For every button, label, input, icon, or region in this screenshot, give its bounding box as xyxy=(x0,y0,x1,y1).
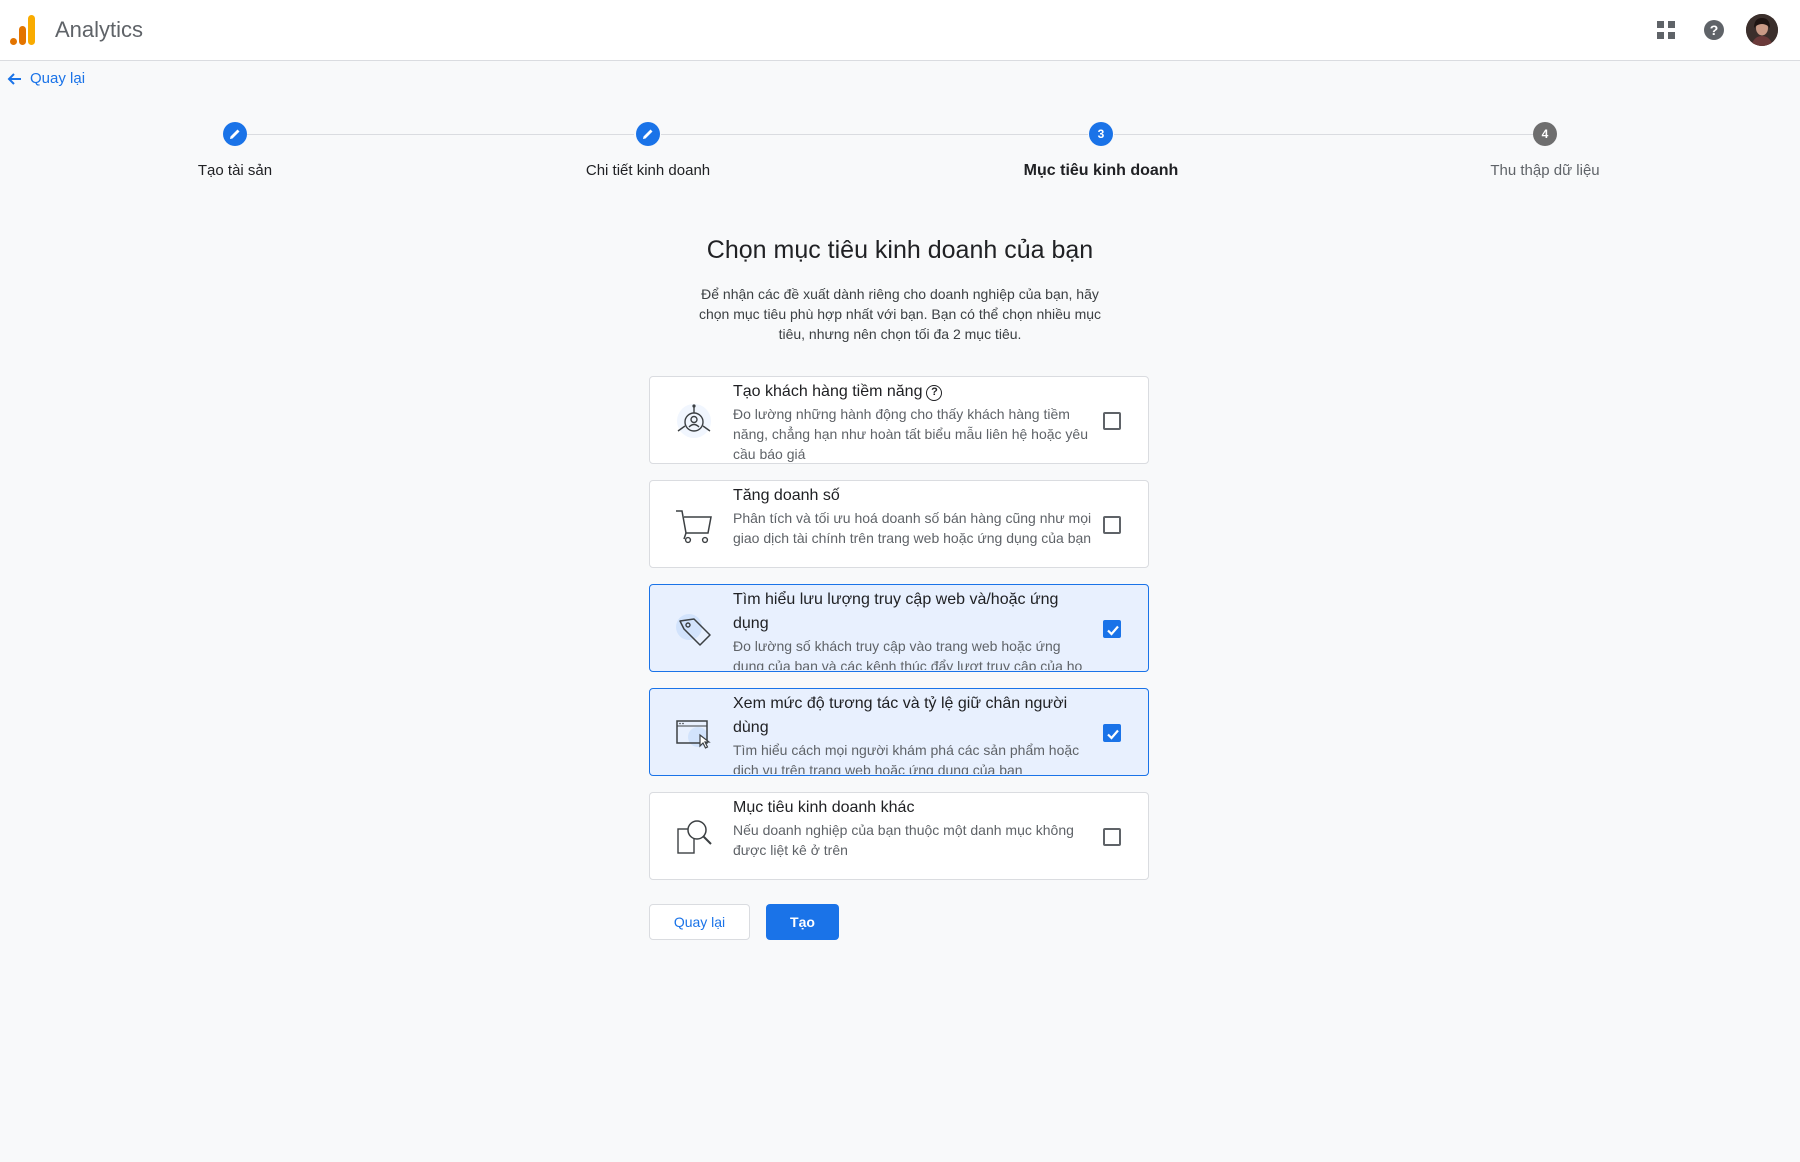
goal-description: Tìm hiểu cách mọi người khám phá các sản… xyxy=(733,742,1080,774)
svg-text:?: ? xyxy=(1710,22,1719,38)
arrow-back-icon xyxy=(7,72,21,85)
step-2-edit-icon[interactable] xyxy=(636,122,660,146)
goal-card-other[interactable]: Mục tiêu kinh doanh khác Nếu doanh nghiệ… xyxy=(649,792,1149,880)
goal-card-traffic[interactable]: Tìm hiểu lưu lượng truy cập web và/hoặc … xyxy=(649,584,1149,672)
analytics-logo[interactable] xyxy=(10,14,36,46)
step-3-label: Mục tiêu kinh doanh xyxy=(1023,162,1179,179)
magnifier-icon xyxy=(672,815,716,859)
goal-description: Đo lường số khách truy cập vào trang web… xyxy=(733,638,1083,670)
step-4-label: Thu thập dữ liệu xyxy=(1490,162,1600,179)
goal-description: Phân tích và tối ưu hoá doanh số bán hàn… xyxy=(733,510,1092,546)
browser-cursor-icon xyxy=(672,711,716,755)
step-1-edit-icon[interactable] xyxy=(223,122,247,146)
account-avatar[interactable] xyxy=(1746,14,1778,46)
goal-checkbox[interactable] xyxy=(1103,412,1121,430)
goal-checkbox[interactable] xyxy=(1103,828,1121,846)
app-title: Analytics xyxy=(55,17,144,42)
shopping-cart-icon xyxy=(672,503,716,547)
top-app-bar: Analytics ? xyxy=(0,0,1800,61)
step-4-number: 4 xyxy=(1533,122,1557,146)
step-1-label[interactable]: Tạo tài sản xyxy=(198,162,272,179)
stepper-connector xyxy=(1114,134,1545,135)
stepper-connector xyxy=(247,134,634,135)
goal-checkbox[interactable] xyxy=(1103,620,1121,638)
goal-card-increase-sales[interactable]: Tăng doanh số Phân tích và tối ưu hoá do… xyxy=(649,480,1149,568)
help-circle-icon[interactable]: ? xyxy=(926,385,943,401)
goal-title: Tìm hiểu lưu lượng truy cập web và/hoặc … xyxy=(733,591,1059,632)
goal-title: Xem mức độ tương tác và tỷ lệ giữ chân n… xyxy=(733,695,1068,736)
goal-description: Đo lường những hành động cho thấy khách … xyxy=(733,406,1088,462)
goal-checkbox[interactable] xyxy=(1103,724,1121,742)
back-link[interactable]: Quay lại xyxy=(6,70,85,87)
back-link-label: Quay lại xyxy=(30,70,86,87)
checkmark-icon xyxy=(1107,625,1119,636)
goal-title: Tạo khách hàng tiềm năng xyxy=(733,383,923,400)
goal-checkbox[interactable] xyxy=(1103,516,1121,534)
apps-grid-icon[interactable] xyxy=(1650,14,1682,46)
goal-title: Tăng doanh số xyxy=(733,487,840,504)
page-description: Để nhận các đề xuất dành riêng cho doanh… xyxy=(698,286,1102,342)
goal-description: Nếu doanh nghiệp của bạn thuộc một danh … xyxy=(733,822,1074,858)
help-icon[interactable]: ? xyxy=(1698,14,1730,46)
goal-title: Mục tiêu kinh doanh khác xyxy=(733,799,915,816)
goal-card-lead-generation[interactable]: Tạo khách hàng tiềm năng? Đo lường những… xyxy=(649,376,1149,464)
tag-icon xyxy=(672,607,716,651)
stepper-connector xyxy=(661,134,1088,135)
create-button[interactable]: Tạo xyxy=(766,904,839,940)
checkmark-icon xyxy=(1107,729,1119,740)
goal-card-engagement[interactable]: Xem mức độ tương tác và tỷ lệ giữ chân n… xyxy=(649,688,1149,776)
step-2-label[interactable]: Chi tiết kinh doanh xyxy=(586,162,710,179)
back-button[interactable]: Quay lại xyxy=(649,904,750,940)
lead-person-icon xyxy=(672,399,716,443)
step-3-number: 3 xyxy=(1089,122,1113,146)
page-title: Chọn mục tiêu kinh doanh của bạn xyxy=(706,236,1094,264)
